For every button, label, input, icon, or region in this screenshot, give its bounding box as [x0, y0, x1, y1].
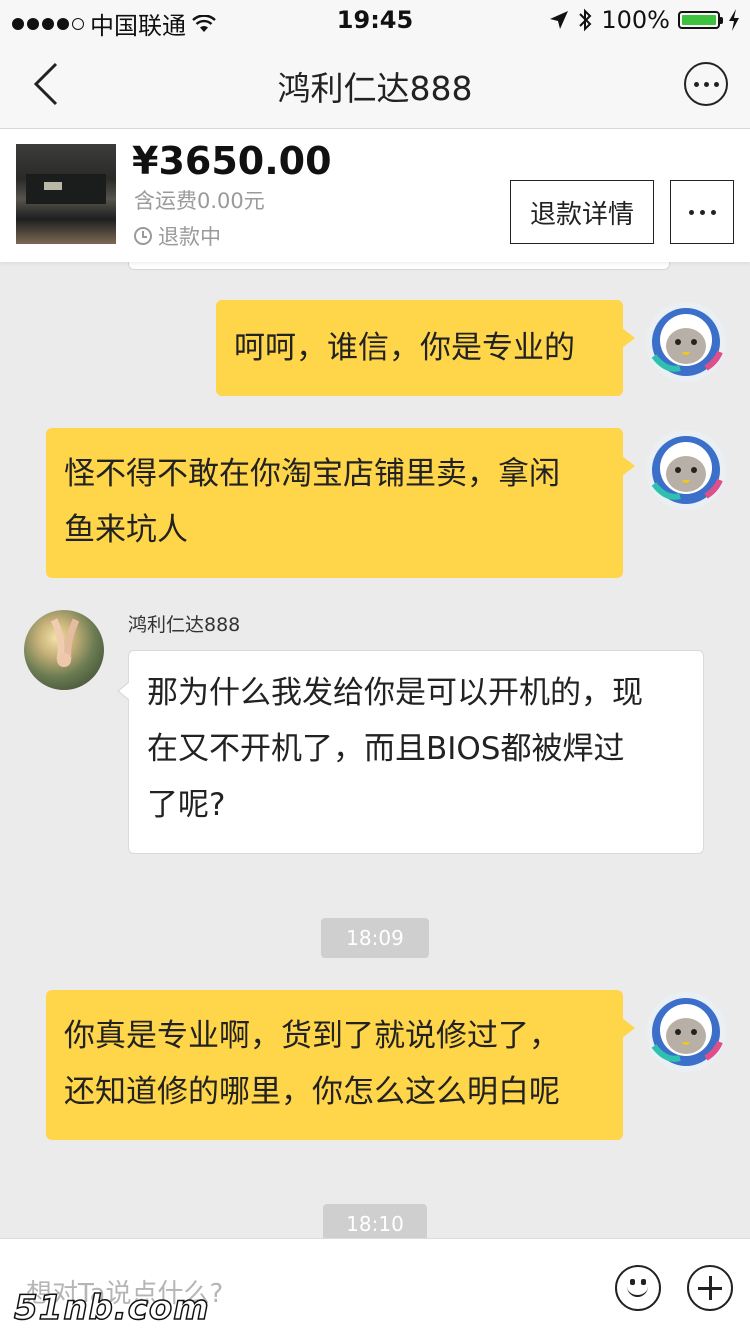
message-line: 在又不开机了，而且BIOS都被焊过	[147, 731, 625, 767]
battery-icon	[678, 11, 723, 29]
status-right: 100%	[549, 6, 740, 34]
message-line: 那为什么我发给你是可以开机的，现	[147, 675, 643, 711]
refund-status: 退款中	[134, 221, 221, 251]
message-line: 还知道修的哪里，你怎么这么明白呢	[64, 1074, 560, 1110]
message-bubble-contact[interactable]: 那为什么我发给你是可以开机的，现 在又不开机了，而且BIOS都被焊过 了呢?	[117, 650, 704, 854]
status-bar: 中国联通 19:45 100%	[0, 0, 750, 40]
product-thumbnail[interactable]	[16, 144, 116, 244]
clock-icon	[134, 227, 152, 245]
product-card[interactable]: ¥3650.00 含运费0.00元 退款中 退款详情	[0, 129, 750, 262]
product-more-button[interactable]	[670, 180, 734, 244]
sender-name: 鸿利仁达888	[128, 614, 241, 636]
seal-astronaut-icon	[651, 308, 723, 376]
message-text: 呵呵，谁信，你是专业的	[234, 330, 575, 366]
location-arrow-icon	[550, 11, 569, 29]
more-options-button[interactable]	[684, 62, 728, 106]
message-bubble-mine[interactable]: 你真是专业啊，货到了就说修过了， 还知道修的哪里，你怎么这么明白呢	[46, 990, 635, 1140]
bluetooth-icon	[579, 8, 592, 32]
message-line: 怪不得不敢在你淘宝店铺里卖，拿闲	[64, 456, 560, 492]
emoji-button[interactable]	[615, 1265, 661, 1311]
battery-percent: 100%	[601, 6, 670, 34]
previous-message-card	[128, 262, 670, 270]
my-avatar[interactable]	[646, 992, 726, 1072]
message-line: 了呢?	[147, 787, 226, 823]
product-price: ¥3650.00	[132, 139, 332, 183]
timestamp-pill: 18:10	[323, 1204, 427, 1238]
timestamp-pill: 18:09	[321, 918, 429, 958]
contact-avatar[interactable]	[24, 610, 104, 690]
chat-title: 鸿利仁达888	[277, 69, 473, 108]
my-avatar[interactable]	[646, 302, 726, 382]
message-bubble-mine[interactable]: 怪不得不敢在你淘宝店铺里卖，拿闲 鱼来坑人	[46, 428, 635, 578]
my-avatar[interactable]	[646, 430, 726, 510]
seal-astronaut-icon	[651, 436, 723, 504]
shipping-fee: 含运费0.00元	[134, 189, 265, 213]
refund-details-button[interactable]: 退款详情	[510, 180, 654, 244]
chat-area[interactable]: 呵呵，谁信，你是专业的 怪不得不敢在你淘宝店铺里卖，拿闲 鱼来坑人 鸿利仁达88…	[0, 262, 750, 1238]
refund-status-label: 退款中	[158, 225, 221, 249]
message-bubble-mine[interactable]: 呵呵，谁信，你是专业的	[216, 300, 635, 396]
message-line: 你真是专业啊，货到了就说修过了，	[64, 1018, 560, 1054]
nav-bar: 鸿利仁达888	[0, 40, 750, 129]
charging-bolt-icon	[729, 9, 739, 31]
seal-astronaut-icon	[651, 998, 723, 1066]
add-attachment-button[interactable]	[687, 1265, 733, 1311]
message-line: 鱼来坑人	[64, 512, 188, 548]
holding-hands-photo-icon	[50, 618, 80, 667]
watermark-logo: 51nb.com	[13, 1287, 210, 1329]
